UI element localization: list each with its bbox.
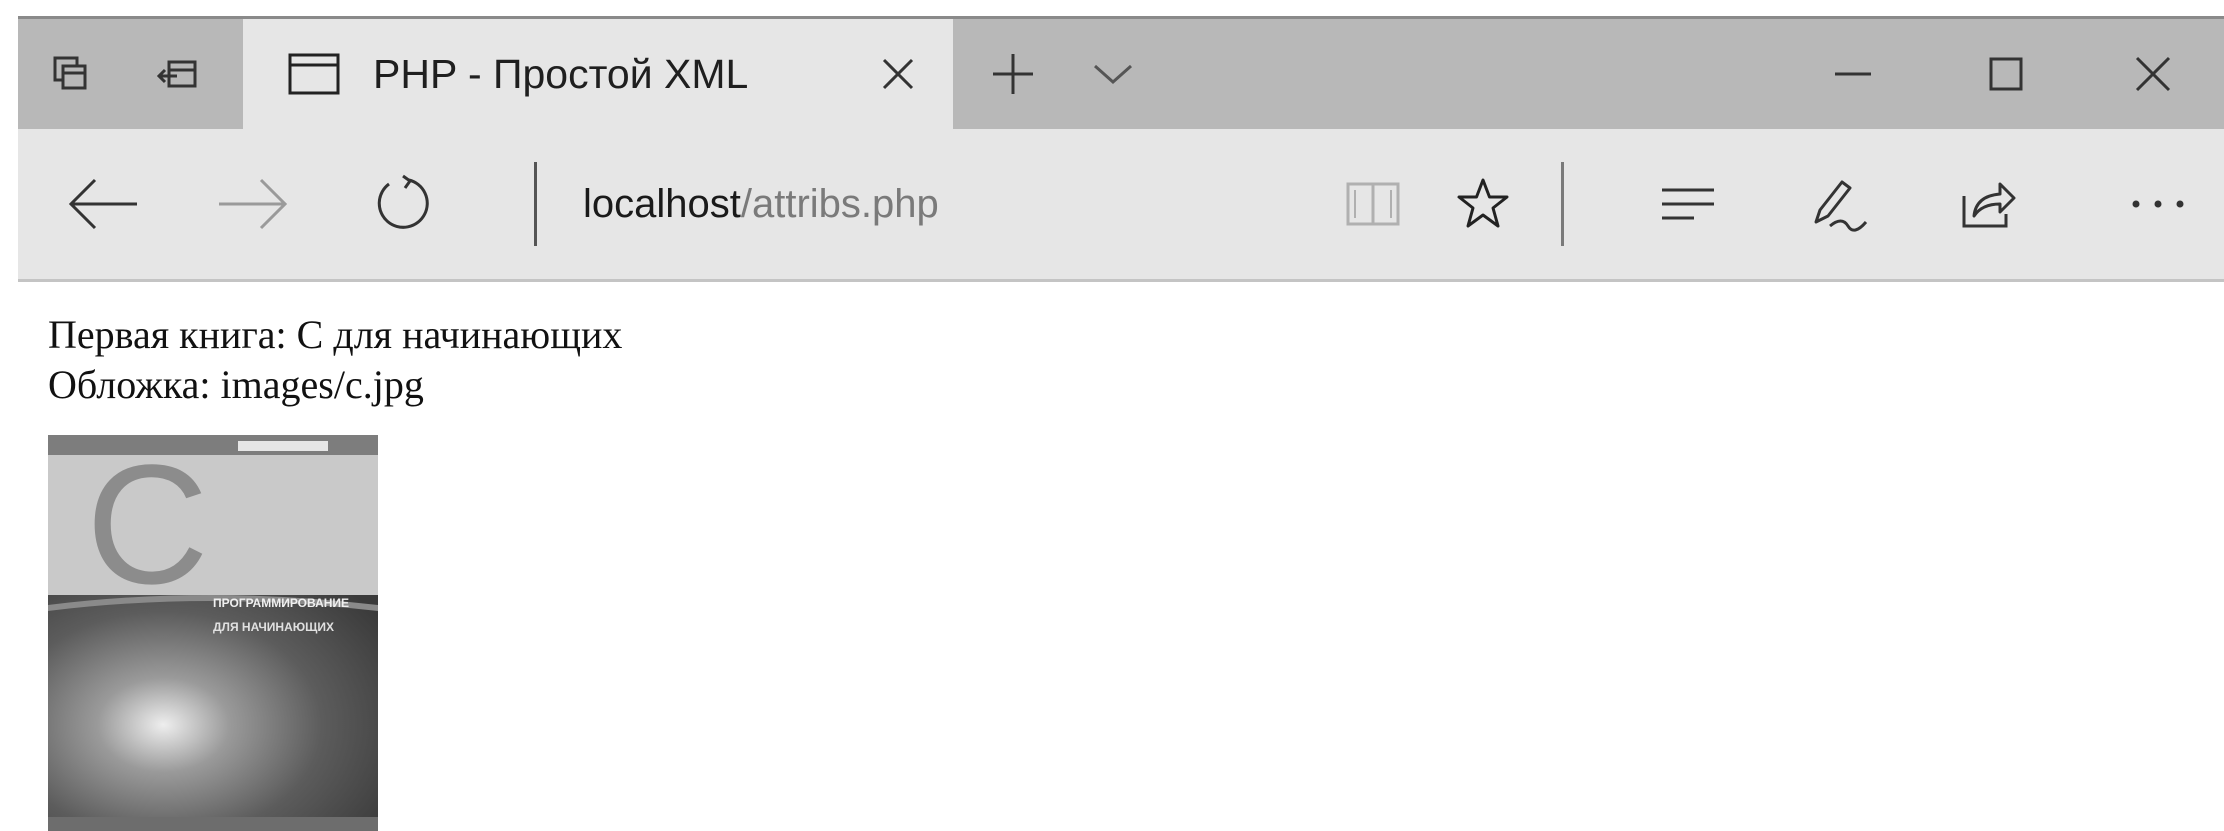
minimize-button[interactable] (1793, 19, 1913, 129)
back-button[interactable] (48, 129, 158, 279)
refresh-icon (377, 174, 429, 229)
forward-arrow-icon (219, 178, 288, 230)
close-icon (2135, 56, 2171, 92)
set-tabs-aside-icon (157, 60, 197, 88)
active-tab[interactable]: PHP - Простой XML (243, 19, 953, 129)
tab-close-button[interactable] (863, 19, 933, 129)
share-button[interactable] (1938, 129, 2038, 279)
favorite-button[interactable] (1433, 129, 1533, 279)
notes-button[interactable] (1788, 129, 1888, 279)
close-window-button[interactable] (2093, 19, 2213, 129)
chevron-down-icon (1094, 64, 1132, 85)
hub-icon (1662, 188, 1714, 220)
set-tabs-aside-button[interactable] (123, 19, 233, 129)
plus-icon (993, 54, 1033, 94)
maximize-icon (1989, 57, 2023, 91)
minimize-icon (1835, 72, 1871, 76)
address-path: /attribs.php (740, 182, 939, 226)
tab-bar: PHP - Простой XML (18, 19, 2224, 129)
refresh-button[interactable] (348, 129, 458, 279)
tab-preview-button[interactable] (1063, 19, 1163, 129)
maximize-button[interactable] (1946, 19, 2066, 129)
tab-page-icon (288, 53, 340, 100)
address-separator (534, 162, 537, 246)
book-cover-image: C ПРОГРАММИРОВАНИЕ ДЛЯ НАЧИНАЮЩИХ (48, 435, 378, 831)
new-tab-button[interactable] (963, 19, 1063, 129)
more-button[interactable] (2108, 129, 2208, 279)
book-icon (1346, 182, 1400, 226)
close-icon (882, 58, 914, 90)
reading-view-button[interactable] (1323, 129, 1423, 279)
tab-list-button[interactable] (18, 19, 123, 129)
toolbar-separator (1561, 162, 1564, 246)
hub-button[interactable] (1638, 129, 1738, 279)
forward-button[interactable] (198, 129, 308, 279)
tab-title: PHP - Простой XML (373, 51, 749, 97)
cover-letter: C (86, 435, 209, 620)
back-arrow-icon (68, 178, 137, 230)
page-content: Первая книга: C для начинающих Обложка: … (48, 310, 622, 410)
share-icon (1962, 182, 2016, 228)
tab-list-icon (53, 56, 86, 90)
cover-path-text: Обложка: images/c.jpg (48, 362, 424, 407)
address-bar[interactable]: localhost/attribs.php (583, 129, 939, 279)
cover-subtitle-2: ДЛЯ НАЧИНАЮЩИХ (213, 620, 334, 634)
pen-icon (1814, 180, 1868, 232)
star-icon (1457, 178, 1509, 228)
more-icon (2132, 200, 2184, 208)
window-frame-left (0, 18, 18, 284)
cover-subtitle-1: ПРОГРАММИРОВАНИЕ (213, 596, 349, 610)
navigation-bar: localhost/attribs.php (18, 129, 2224, 282)
address-host: localhost (583, 182, 741, 226)
book-title-text: Первая книга: C для начинающих (48, 312, 623, 357)
